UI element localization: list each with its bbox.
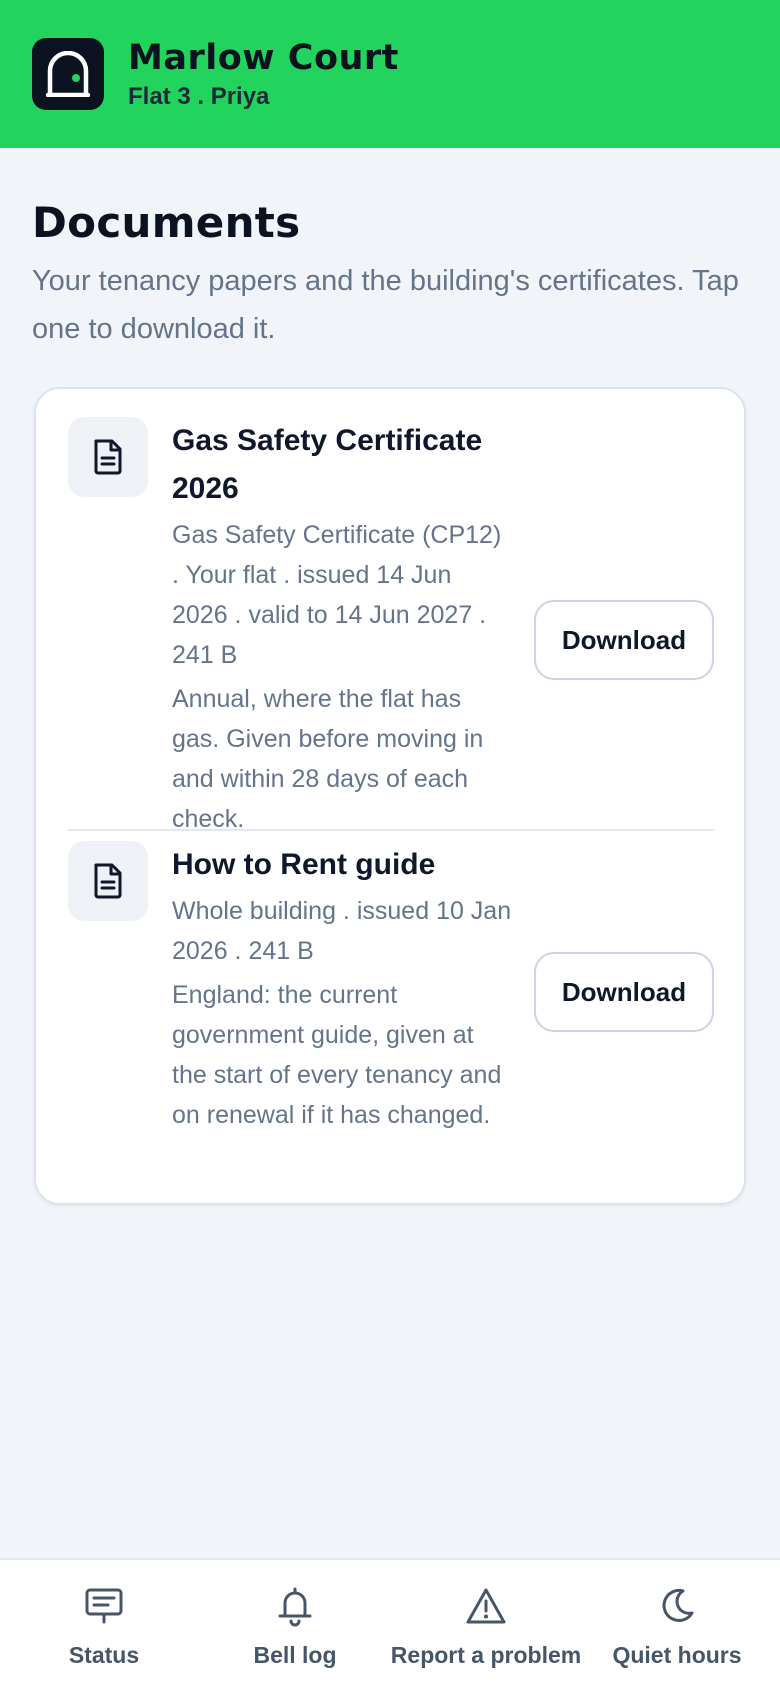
document-item: Gas Safety Certificate 2026 Gas Safety C… <box>68 417 714 833</box>
document-item: How to Rent guide Whole building . issue… <box>68 841 714 1161</box>
download-button[interactable]: Download <box>534 952 714 1032</box>
bell-icon <box>275 1584 315 1628</box>
bottom-tab-bar: Status Bell log Report a problem Quiet h… <box>0 1558 780 1688</box>
document-meta: Gas Safety Certificate (CP12) . Your fla… <box>172 521 502 669</box>
download-button[interactable]: Download <box>534 600 714 680</box>
tab-report-a-problem[interactable]: Report a problem <box>391 1560 581 1688</box>
tab-label: Status <box>68 1642 140 1668</box>
tab-quiet-hours[interactable]: Quiet hours <box>612 1560 742 1688</box>
tab-label: Bell log <box>253 1642 337 1668</box>
moon-icon <box>657 1584 697 1628</box>
door-icon <box>32 38 104 110</box>
page-title: Documents <box>32 198 301 247</box>
document-note: Annual, where the flat has gas. Given be… <box>172 685 484 833</box>
tab-bell-log[interactable]: Bell log <box>235 1560 355 1688</box>
warning-icon <box>464 1584 508 1628</box>
tab-status[interactable]: Status <box>44 1560 164 1688</box>
flat-and-tenant: Flat 3 . Priya <box>128 83 270 110</box>
page-description: Your tenancy papers and the building's c… <box>32 265 739 345</box>
document-title: Gas Safety Certificate 2026 <box>172 424 483 505</box>
tab-label: Report a problem <box>390 1642 582 1668</box>
page-intro: Documents Your tenancy papers and the bu… <box>32 198 748 353</box>
document-title: How to Rent guide <box>172 848 436 881</box>
monitor-icon <box>84 1584 124 1628</box>
document-icon <box>68 841 148 921</box>
app-header: Marlow Court Flat 3 . Priya <box>0 0 780 148</box>
divider <box>68 829 714 831</box>
tab-label: Quiet hours <box>612 1642 742 1668</box>
document-meta: Whole building . issued 10 Jan 2026 . 24… <box>172 897 512 965</box>
document-icon <box>68 417 148 497</box>
documents-card: Gas Safety Certificate 2026 Gas Safety C… <box>34 387 746 1205</box>
document-note: England: the current government guide, g… <box>172 981 502 1129</box>
building-name: Marlow Court <box>128 38 399 78</box>
